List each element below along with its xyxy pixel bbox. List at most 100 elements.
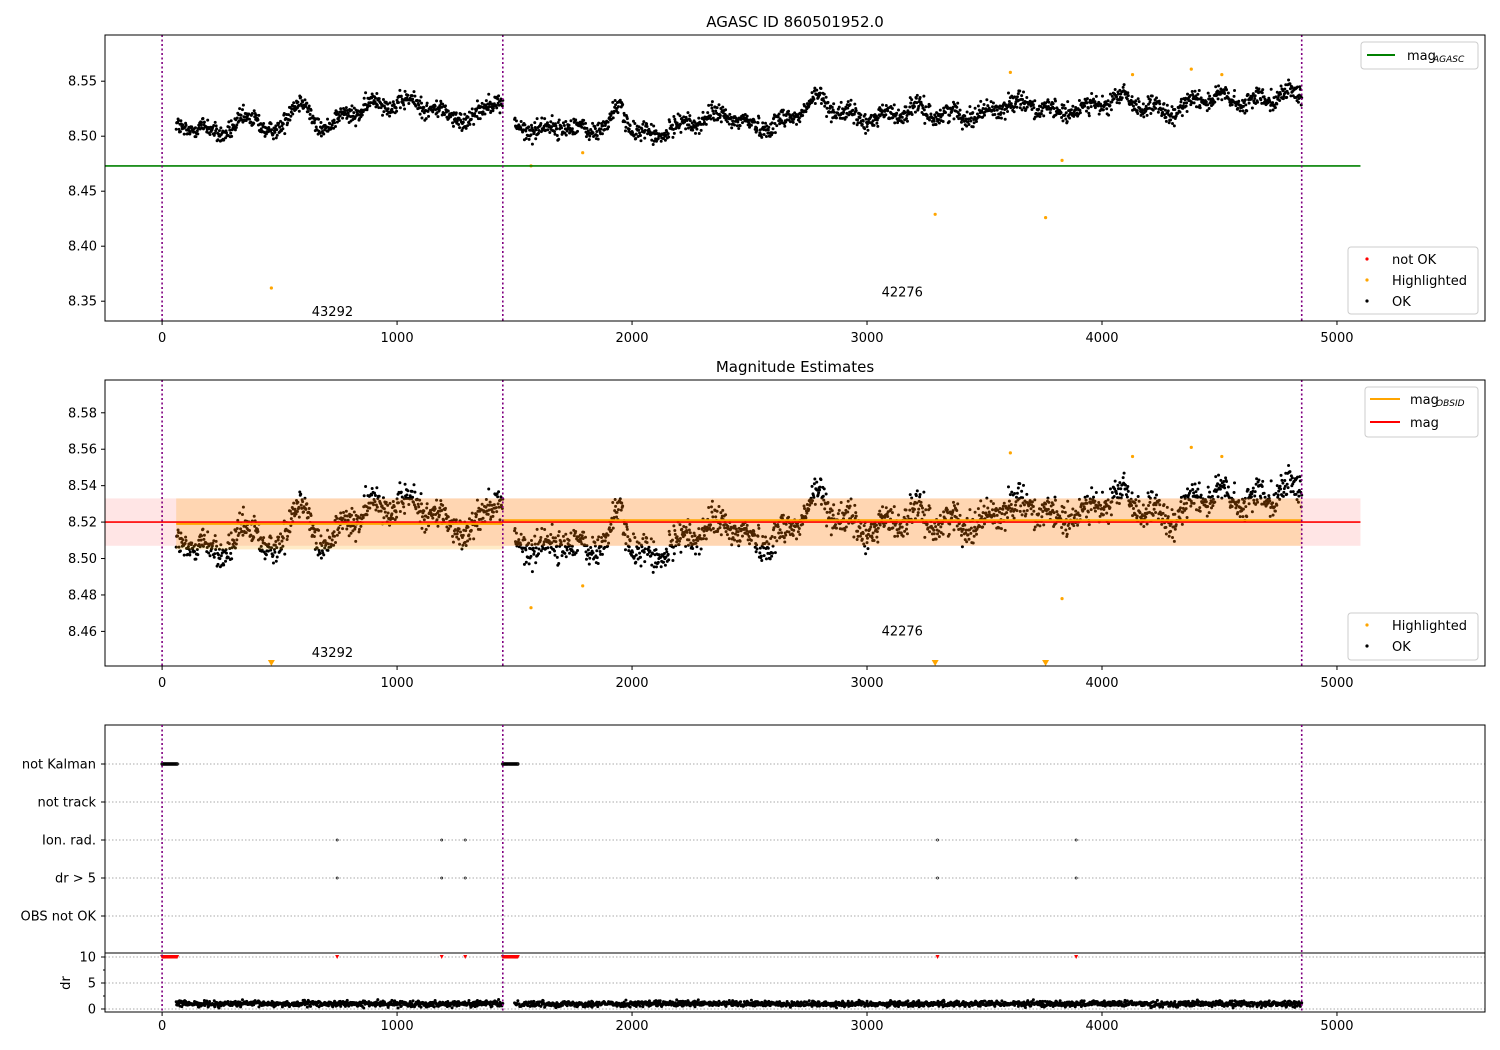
data-point-ok — [688, 114, 692, 118]
data-point-ok — [564, 133, 568, 137]
data-point-ok — [322, 553, 326, 557]
data-point-ok — [527, 562, 531, 566]
data-point-ok — [787, 109, 791, 113]
data-point-ok — [643, 560, 647, 564]
data-point-ok — [557, 137, 561, 141]
data-point-ok — [639, 564, 643, 568]
data-point-ok — [971, 125, 975, 129]
data-point-ok — [533, 121, 537, 125]
data-point-ok — [399, 94, 403, 98]
data-point-ok — [813, 102, 817, 106]
data-point-ok — [319, 556, 323, 560]
data-point-ok — [392, 103, 396, 107]
data-point-highlighted — [1220, 454, 1224, 459]
data-point-ok — [433, 104, 437, 108]
data-point-ok — [550, 114, 554, 118]
data-point-ok — [864, 117, 868, 121]
data-point-ok — [388, 101, 392, 105]
data-point-ok — [679, 550, 683, 554]
data-point-ok — [196, 553, 200, 557]
data-point-ok — [810, 484, 814, 488]
data-point-ok — [584, 550, 588, 554]
data-point-ok — [1156, 110, 1160, 114]
data-point-ok — [767, 125, 771, 129]
data-point-ok — [218, 557, 222, 561]
data-point-ok — [710, 100, 714, 104]
data-point-ok — [537, 131, 541, 135]
data-point-ok — [496, 495, 500, 499]
data-point-ok — [596, 137, 600, 141]
data-point-ok — [728, 112, 732, 116]
data-point-ok — [1126, 94, 1130, 98]
data-point-ok — [832, 110, 836, 114]
data-point-ok — [252, 109, 256, 113]
data-point-ok — [762, 554, 766, 558]
data-point-ok — [548, 131, 552, 135]
data-point-ok — [1112, 97, 1116, 101]
data-point-ok — [717, 103, 721, 107]
data-point-ok — [684, 127, 688, 131]
data-point-ok — [706, 111, 710, 115]
data-point-ok — [908, 105, 912, 109]
data-point-ok — [1233, 481, 1237, 485]
data-point-ok — [1136, 111, 1140, 115]
data-point-ok — [928, 118, 932, 122]
data-point-ok — [333, 121, 337, 125]
data-point-ok — [1216, 495, 1220, 499]
data-point-ok — [1278, 484, 1282, 488]
data-point-ok — [999, 111, 1003, 115]
data-point-ok — [737, 126, 741, 130]
data-point-ok — [1052, 107, 1056, 111]
data-point-ok — [884, 113, 888, 117]
data-point-ok — [576, 129, 580, 133]
data-point-ok — [1184, 104, 1188, 108]
legend-label: Highlighted — [1392, 274, 1467, 289]
data-point-ok — [1260, 91, 1264, 95]
data-point-ok — [398, 481, 402, 485]
data-point-ok — [539, 122, 543, 126]
data-point-ok — [923, 121, 927, 125]
data-point-ok — [1204, 100, 1208, 104]
data-point-ok — [178, 130, 182, 134]
data-point-ok — [332, 118, 336, 122]
data-point-ok — [966, 120, 970, 124]
data-point-ok — [1170, 112, 1174, 116]
data-point-ok — [1025, 105, 1029, 109]
data-point-ok — [317, 117, 321, 121]
data-point-ok — [1230, 103, 1234, 107]
data-point-ok — [934, 122, 938, 126]
data-point-ok — [1061, 106, 1065, 110]
data-point-highlighted-offscale — [931, 660, 939, 666]
data-point-ok — [257, 113, 261, 117]
data-point-ok — [1051, 102, 1055, 106]
data-point-ok — [1279, 487, 1283, 491]
data-point-ok — [463, 112, 467, 116]
data-point-ok — [548, 550, 552, 554]
data-point-ok — [273, 550, 277, 554]
data-point-ok — [628, 123, 632, 127]
data-point-ok — [564, 120, 568, 124]
data-point-ok — [924, 105, 928, 109]
data-point-ok — [600, 132, 604, 136]
data-point-ok — [1213, 100, 1217, 104]
data-point-ok — [256, 118, 260, 122]
data-point-ok — [760, 558, 764, 562]
data-point-ok — [1185, 101, 1189, 105]
data-point-ok — [866, 547, 870, 551]
data-point-ok — [531, 546, 535, 550]
data-point-ok — [965, 110, 969, 114]
data-point-ok — [1245, 109, 1249, 113]
data-point-ok — [182, 132, 186, 136]
data-point-ok — [574, 118, 578, 122]
legend-label: Highlighted — [1392, 619, 1467, 634]
data-point-ok — [584, 557, 588, 561]
data-point-ok — [654, 565, 658, 569]
data-point-ok — [1253, 494, 1257, 498]
data-point-ok — [1208, 490, 1212, 494]
data-point-ok — [1257, 478, 1261, 482]
data-point-ok — [762, 132, 766, 136]
data-point-ok — [545, 121, 549, 125]
data-point-ok — [1288, 82, 1292, 86]
data-point-ok — [1216, 97, 1220, 101]
data-point-ok — [686, 111, 690, 115]
